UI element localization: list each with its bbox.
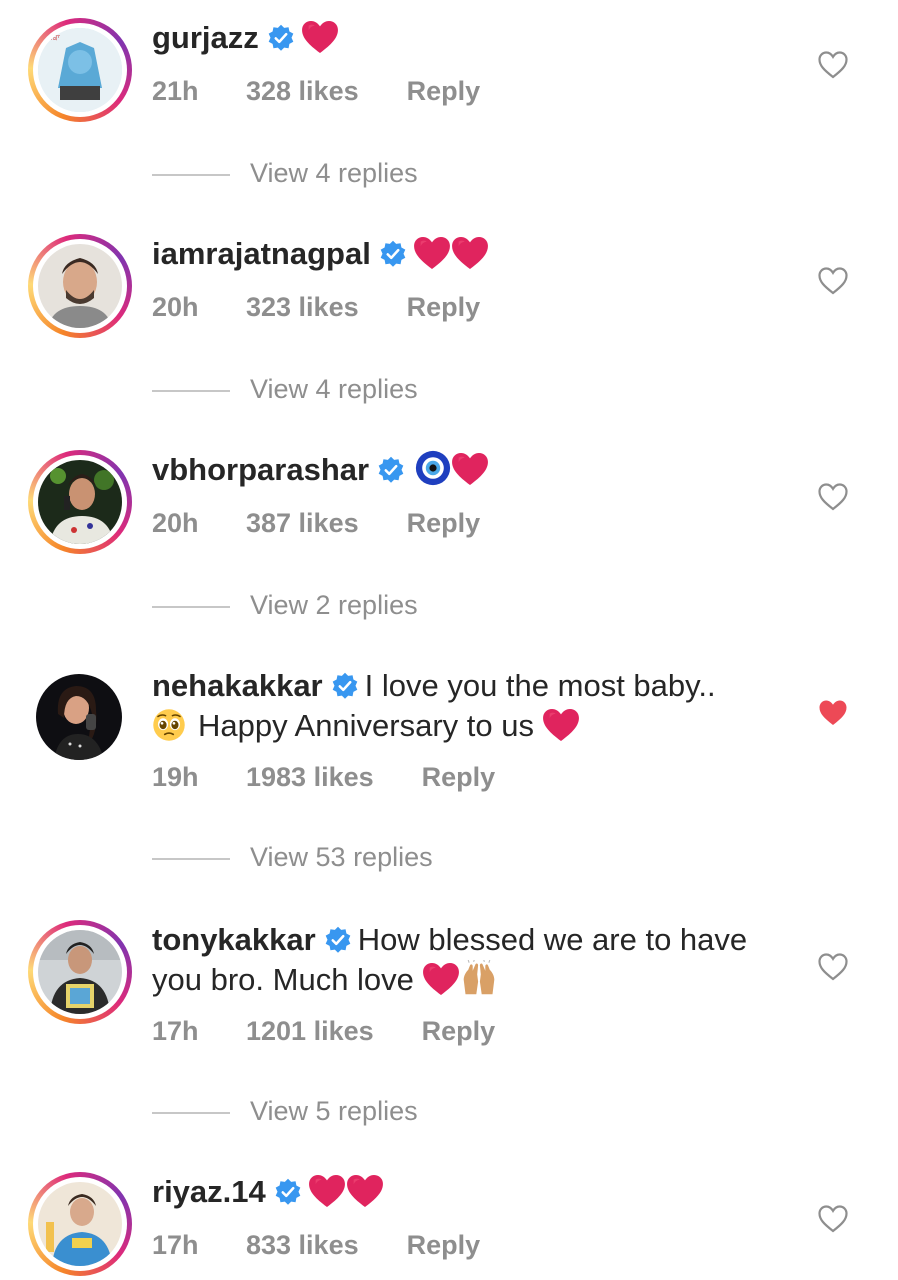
red-heart-icon (451, 452, 489, 486)
verified-badge-icon (377, 456, 405, 484)
view-replies-link[interactable]: View 53 replies (152, 842, 433, 873)
comment-time: 19h (152, 762, 199, 792)
avatar-wrapper[interactable] (28, 666, 132, 770)
reply-button[interactable]: Reply (407, 1230, 481, 1261)
comment-text: Happy Anniversary to us (198, 708, 535, 743)
comment-username[interactable]: tonykakkar (152, 922, 316, 957)
view-replies-link[interactable]: View 5 replies (152, 1096, 418, 1127)
red-heart-icon (413, 236, 451, 270)
red-heart-icon (346, 1174, 384, 1208)
like-heart-icon[interactable] (818, 1205, 848, 1233)
avatar-story-ring[interactable] (28, 234, 132, 338)
replies-divider (152, 389, 230, 392)
reply-button[interactable]: Reply (407, 292, 481, 323)
view-replies-link[interactable]: View 4 replies (152, 158, 418, 189)
avatar[interactable] (36, 674, 122, 760)
replies-divider (152, 605, 230, 608)
avatar[interactable] (38, 460, 122, 544)
view-replies-link[interactable]: View 2 replies (152, 590, 418, 621)
like-heart-icon[interactable] (818, 953, 848, 981)
comment-text: How blessed we are to have (357, 922, 748, 957)
reply-button[interactable]: Reply (422, 1016, 496, 1047)
comment-text: I love you the most baby.. (364, 668, 716, 703)
comment-likes[interactable]: 833 likes (246, 1230, 359, 1261)
red-heart-icon (308, 1174, 346, 1208)
replies-divider (152, 857, 230, 860)
red-heart-icon (451, 236, 489, 270)
pleading-face-icon (152, 708, 186, 742)
like-heart-icon[interactable] (818, 483, 848, 511)
comment-username[interactable]: gurjazz (152, 20, 259, 55)
comment-username[interactable]: vbhorparashar (152, 452, 369, 487)
avatar-story-ring[interactable]: ਤਰੀਕਾ (28, 18, 132, 122)
comment-text: you bro. Much love (152, 962, 414, 997)
verified-badge-icon (274, 1178, 302, 1206)
reply-button[interactable]: Reply (407, 508, 481, 539)
svg-text:ਤਰੀਕਾ: ਤਰੀਕਾ (41, 34, 61, 42)
comment-username[interactable]: iamrajatnagpal (152, 236, 371, 271)
like-heart-filled-icon[interactable] (818, 699, 848, 727)
avatar-story-ring[interactable] (28, 920, 132, 1024)
verified-badge-icon (379, 240, 407, 268)
avatar[interactable] (38, 1182, 122, 1266)
like-heart-icon[interactable] (818, 267, 848, 295)
comment-likes[interactable]: 387 likes (246, 508, 359, 539)
comment-time: 21h (152, 76, 199, 106)
comment-likes[interactable]: 1201 likes (246, 1016, 374, 1047)
comment-likes[interactable]: 1983 likes (246, 762, 374, 793)
verified-badge-icon (331, 672, 359, 700)
avatar[interactable]: ਤਰੀਕਾ (38, 28, 122, 112)
comment-username[interactable]: riyaz.14 (152, 1174, 266, 1209)
comment-username[interactable]: nehakakkar (152, 668, 323, 703)
verified-badge-icon (267, 24, 295, 52)
comment-time: 20h (152, 292, 199, 322)
verified-badge-icon (324, 926, 352, 954)
comment-time: 17h (152, 1230, 199, 1260)
red-heart-icon (301, 20, 339, 54)
comment-time: 20h (152, 508, 199, 538)
reply-button[interactable]: Reply (422, 762, 496, 793)
avatar[interactable] (38, 930, 122, 1014)
red-heart-icon (542, 708, 580, 742)
replies-divider (152, 1111, 230, 1114)
comment-likes[interactable]: 323 likes (246, 292, 359, 323)
red-heart-icon (422, 962, 460, 996)
avatar-story-ring[interactable] (28, 1172, 132, 1276)
avatar[interactable] (38, 244, 122, 328)
like-heart-icon[interactable] (818, 51, 848, 79)
comment-time: 17h (152, 1016, 199, 1046)
nazar-amulet-icon (415, 450, 451, 486)
avatar-story-ring[interactable] (28, 450, 132, 554)
comment-likes[interactable]: 328 likes (246, 76, 359, 107)
view-replies-link[interactable]: View 4 replies (152, 374, 418, 405)
raising-hands-icon (460, 960, 498, 996)
replies-divider (152, 173, 230, 176)
reply-button[interactable]: Reply (407, 76, 481, 107)
